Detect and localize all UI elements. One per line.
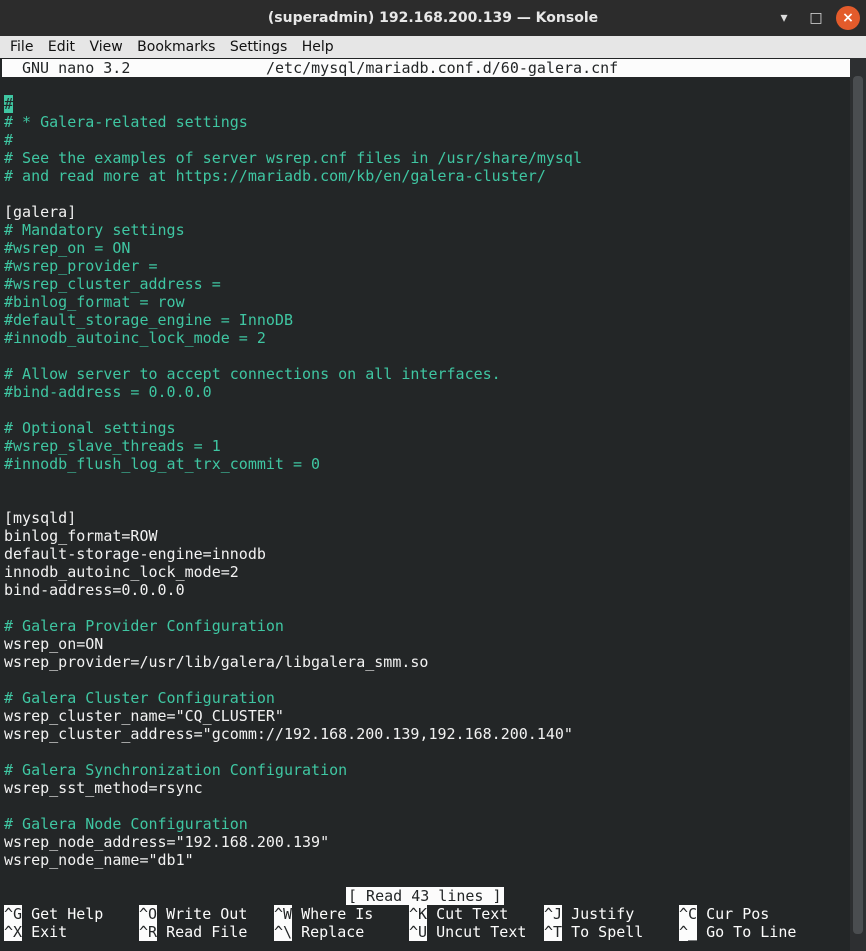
scrollbar[interactable] [850,58,866,951]
shortcut-item: ^X Exit [4,923,67,941]
shortcut-item: ^G Get Help [4,905,103,923]
menu-edit[interactable]: Edit [48,36,75,58]
file-line[interactable]: # Galera Synchronization Configuration [4,761,347,779]
file-line[interactable]: wsrep_sst_method=rsync [4,779,203,797]
file-line[interactable]: wsrep_node_name="db1" [4,851,194,869]
file-line[interactable]: innodb_autoinc_lock_mode=2 [4,563,239,581]
file-line[interactable]: # Galera Provider Configuration [4,617,284,635]
shortcut-label: Write Out [157,905,248,923]
file-line[interactable]: # [4,131,13,149]
file-line[interactable]: wsrep_provider=/usr/lib/galera/libgalera… [4,653,428,671]
file-line[interactable]: # Galera Node Configuration [4,815,248,833]
file-line[interactable]: wsrep_on=ON [4,635,103,653]
shortcut-item: ^K Cut Text [409,905,508,923]
shortcut-key: ^_ [679,923,698,941]
file-line[interactable]: # See the examples of server wsrep.cnf f… [4,149,582,167]
file-line[interactable]: wsrep_cluster_name="CQ_CLUSTER" [4,707,284,725]
shortcut-key: ^O [139,905,158,923]
file-line[interactable]: default-storage-engine=innodb [4,545,266,563]
menu-help[interactable]: Help [302,36,334,58]
window-titlebar[interactable]: (superadmin) 192.168.200.139 — Konsole ▾… [0,0,866,36]
file-line[interactable]: bind-address=0.0.0.0 [4,581,185,599]
text-cursor: # [4,95,14,113]
close-icon[interactable]: × [836,6,860,30]
file-line[interactable]: wsrep_cluster_address="gcomm://192.168.2… [4,725,573,743]
shortcut-key: ^U [409,923,428,941]
shortcut-key: ^C [679,905,698,923]
menu-bar: File Edit View Bookmarks Settings Help [0,36,866,58]
shortcut-label: Get Help [22,905,104,923]
file-line[interactable]: # * Galera-related settings [4,113,248,131]
file-line[interactable]: binlog_format=ROW [4,527,158,545]
file-line[interactable]: [mysqld] [4,509,76,527]
file-line[interactable]: # Mandatory settings [4,221,185,239]
file-line[interactable]: #innodb_flush_log_at_trx_commit = 0 [4,455,320,473]
file-line[interactable]: #binlog_format = row [4,293,185,311]
file-line[interactable]: #default_storage_engine = InnoDB [4,311,293,329]
terminal-area[interactable]: GNU nano 3.2 /etc/mysql/mariadb.conf.d/6… [0,58,850,951]
shortcut-label: Replace [292,923,365,941]
shortcut-label: To Spell [562,923,644,941]
nano-version: GNU nano 3.2 [22,59,131,77]
file-line[interactable]: # [4,95,14,113]
file-line[interactable]: [galera] [4,203,76,221]
maximize-icon[interactable]: □ [804,6,828,30]
shortcut-label: Exit [22,923,68,941]
shortcut-key: ^T [544,923,563,941]
menu-bookmarks[interactable]: Bookmarks [137,36,215,58]
file-line[interactable]: #bind-address = 0.0.0.0 [4,383,212,401]
shortcut-item: ^O Write Out [139,905,247,923]
file-line[interactable]: # Optional settings [4,419,176,437]
file-line[interactable]: #wsrep_on = ON [4,239,130,257]
shortcut-item: ^C Cur Pos [679,905,769,923]
menu-file[interactable]: File [10,36,33,58]
shortcut-item: ^U Uncut Text [409,923,526,941]
shortcut-key: ^R [139,923,158,941]
nano-header: GNU nano 3.2 /etc/mysql/mariadb.conf.d/6… [2,59,850,77]
file-line[interactable]: # Allow server to accept connections on … [4,365,501,383]
shortcut-key: ^K [409,905,428,923]
shortcut-item: ^_ Go To Line [679,923,796,941]
shortcut-label: Cur Pos [697,905,770,923]
file-line[interactable]: #innodb_autoinc_lock_mode = 2 [4,329,266,347]
shortcut-label: Where Is [292,905,374,923]
file-line[interactable]: wsrep_node_address="192.168.200.139" [4,833,329,851]
shortcut-item: ^T To Spell [544,923,643,941]
minimize-icon[interactable]: ▾ [772,6,796,30]
shortcut-label: Go To Line [697,923,797,941]
shortcut-key: ^J [544,905,563,923]
shortcut-item: ^W Where Is [274,905,373,923]
shortcut-key: ^G [4,905,23,923]
menu-view[interactable]: View [89,36,122,58]
file-line[interactable]: # Galera Cluster Configuration [4,689,275,707]
menu-settings[interactable]: Settings [230,36,287,58]
scrollbar-thumb[interactable] [853,76,863,934]
shortcut-label: Cut Text [427,905,509,923]
shortcut-item: ^R Read File [139,923,247,941]
window-title: (superadmin) 192.168.200.139 — Konsole [267,10,599,26]
shortcut-item: ^\ Replace [274,923,364,941]
shortcut-item: ^J Justify [544,905,634,923]
shortcut-label: Justify [562,905,635,923]
file-line[interactable]: #wsrep_cluster_address = [4,275,221,293]
shortcut-label: Read File [157,923,248,941]
nano-filepath: /etc/mysql/mariadb.conf.d/60-galera.cnf [266,59,619,77]
shortcut-key: ^X [4,923,23,941]
file-line[interactable]: #wsrep_provider = [4,257,158,275]
nano-status: [ Read 43 lines ] [346,887,504,905]
file-line[interactable]: #wsrep_slave_threads = 1 [4,437,221,455]
file-line[interactable]: # and read more at https://mariadb.com/k… [4,167,546,185]
shortcut-key: ^W [274,905,293,923]
shortcut-label: Uncut Text [427,923,527,941]
shortcut-key: ^\ [274,923,293,941]
